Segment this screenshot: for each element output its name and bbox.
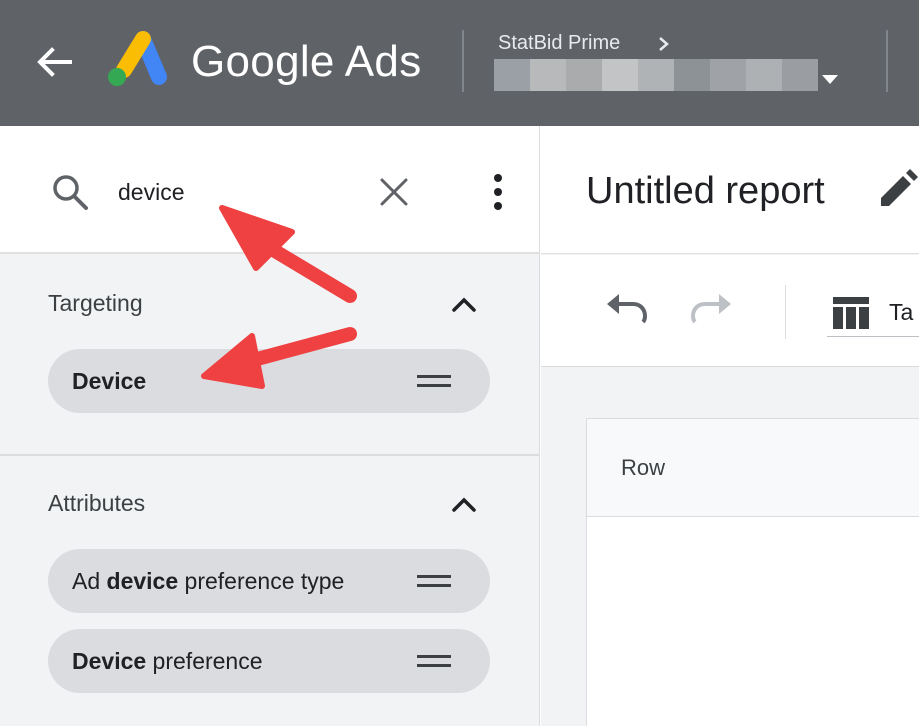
dimension-chip-ad-device-preference-type[interactable]: Ad device preference type (48, 549, 490, 613)
report-editor: Untitled report Ta Row (541, 126, 919, 726)
dimension-chip-device-preference[interactable]: Device preference (48, 629, 490, 693)
drag-handle-icon[interactable] (416, 371, 452, 391)
redacted-segment (746, 59, 782, 91)
search-icon (53, 175, 88, 210)
report-title-bar: Untitled report (541, 126, 919, 254)
section-title: Attributes (48, 490, 146, 516)
redacted-segment (710, 59, 746, 91)
view-type-label: Ta (889, 299, 914, 325)
view-type-table-button[interactable]: Ta (827, 285, 919, 337)
close-icon[interactable] (374, 172, 414, 212)
table-header-row: Row (587, 419, 919, 517)
redo-icon[interactable] (689, 290, 735, 330)
redacted-segment (566, 59, 602, 91)
dimension-picker-panel: Targeting Device Attributes Ad device pr… (0, 126, 540, 726)
toolbar-divider (785, 285, 786, 339)
dimension-chip-device[interactable]: Device (48, 349, 490, 413)
redacted-segment (530, 59, 566, 91)
search-bar (0, 126, 539, 254)
account-switcher[interactable]: StatBid Prime (494, 30, 854, 100)
section-attributes: Attributes Ad device preference type Dev… (0, 456, 539, 726)
chevron-right-icon (659, 37, 669, 51)
report-table: Row (586, 418, 919, 726)
product-name: Google Ads (191, 37, 422, 86)
account-name: StatBid Prime (498, 32, 621, 54)
topbar-divider (462, 30, 464, 92)
chevron-up-icon[interactable] (444, 284, 484, 324)
redacted-segment (602, 59, 638, 91)
chip-label: Device (72, 368, 147, 394)
redacted-segment (638, 59, 674, 91)
section-title: Targeting (48, 290, 143, 316)
table-icon (833, 297, 869, 329)
row-drop-zone-label: Row (621, 455, 666, 480)
undo-icon[interactable] (603, 290, 649, 330)
caret-down-icon (822, 75, 838, 84)
drag-handle-icon[interactable] (416, 651, 452, 671)
topbar-divider-right (886, 30, 888, 92)
drag-handle-icon[interactable] (416, 571, 452, 591)
section-targeting: Targeting Device (0, 256, 539, 454)
arrow-left-icon[interactable] (34, 44, 74, 80)
redacted-segment (782, 59, 818, 91)
chevron-up-icon[interactable] (444, 484, 484, 524)
pencil-icon[interactable] (875, 168, 919, 212)
search-input[interactable] (118, 172, 358, 212)
account-id-redacted (494, 59, 818, 91)
report-title[interactable]: Untitled report (586, 168, 825, 214)
top-app-bar: Google Ads StatBid Prime (0, 0, 919, 126)
report-toolbar: Ta (541, 255, 919, 367)
redacted-segment (674, 59, 710, 91)
google-ads-logo (108, 31, 167, 86)
more-vert-icon[interactable] (478, 170, 518, 214)
chip-label: Device preference (72, 648, 263, 674)
chip-label: Ad device preference type (72, 568, 345, 594)
redacted-segment (494, 59, 530, 91)
